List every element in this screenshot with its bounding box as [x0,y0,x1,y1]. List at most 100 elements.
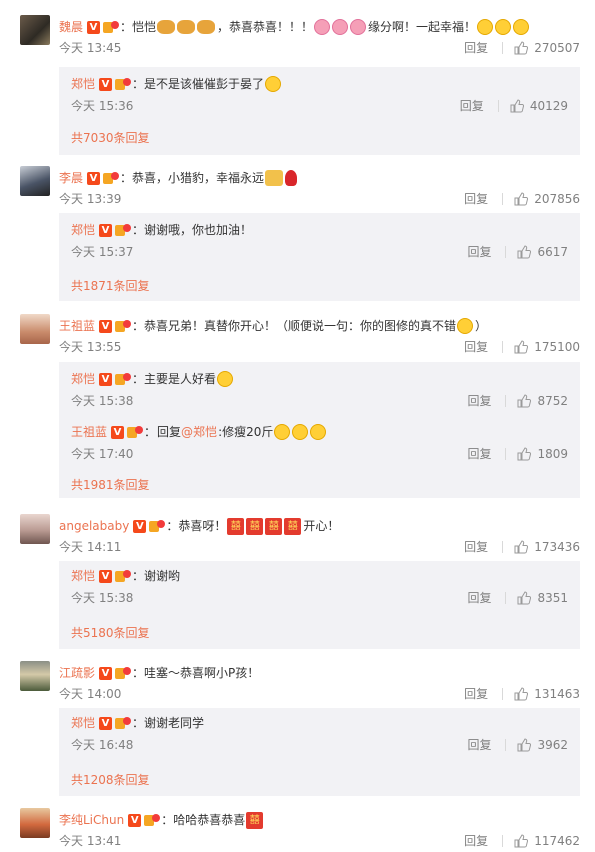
reply-button[interactable]: 回复 [460,97,484,115]
thumbs-up-icon[interactable] [517,245,531,259]
reply-text: ：谢谢哟 [132,569,181,583]
comment-text: ） [475,319,488,333]
reply-header: 郑恺 V ：谢谢老同学 [71,714,204,732]
username[interactable]: 郑恺 [71,75,95,93]
reply-meta: 今天 16:48 回复 3962 [71,736,568,754]
like-count: 131463 [534,687,580,701]
more-replies-link[interactable]: 共7030条回复 [71,129,150,146]
comment-text: ：恭喜呀！ [166,519,227,533]
smile-emoji-icon [495,19,512,35]
avatar[interactable] [20,514,50,544]
verified-v-icon: V [99,569,113,583]
reply-button[interactable]: 回复 [464,832,488,850]
reply-text: ：主要是人好看 [132,372,217,386]
avatar[interactable] [20,314,50,344]
timestamp: 今天 13:55 [59,340,122,354]
username[interactable]: 王祖蓝 [71,423,107,441]
rose-emoji-icon [285,170,298,186]
reply-button[interactable]: 回复 [467,445,491,463]
divider [505,592,507,604]
thumbs-up-icon[interactable] [514,687,528,701]
comment-actions: 回复 175100 [464,338,580,356]
more-replies-link[interactable]: 共5180条回复 [71,624,150,641]
reply-text: ：谢谢老同学 [132,716,205,730]
mention-link[interactable]: @郑恺 [181,423,217,441]
thumbs-up-icon[interactable] [510,99,524,113]
comment-text: ：恺恺 [120,20,157,34]
timestamp: 今天 15:38 [71,591,134,605]
thumbs-up-icon[interactable] [514,834,528,848]
reply-header: 王祖蓝 V ： 回复 @郑恺 :修瘦20斤 [71,423,327,441]
reply-actions: 回复 3962 [467,736,568,754]
avatar[interactable] [20,166,50,196]
like-count: 8752 [537,394,568,408]
username[interactable]: 李晨 [59,169,83,187]
comment-header: angelababy V ：恭喜呀！ 囍 囍 囍 囍 开心！ [59,517,339,535]
thumbs-up-icon[interactable] [514,540,528,554]
verified-v-icon: V [87,20,101,34]
reply-text: :修瘦20斤 [218,425,274,439]
thumbs-up-icon[interactable] [517,591,531,605]
reply-prefix: 回复 [157,425,182,439]
reply-button[interactable]: 回复 [464,190,488,208]
comment-item: 李晨 V ：恭喜，小猎豹，幸福永远 今天 13:39 回复 207856 郑恺 … [0,166,595,306]
thumbs-up-icon[interactable] [514,192,528,206]
comment-header: 魏晨 V ：恺恺 ，恭喜恭喜！！！ 缘分啊！一起幸福！ [59,18,530,36]
divider [505,448,507,460]
thumbs-up-icon[interactable] [514,340,528,354]
more-replies-link[interactable]: 共1981条回复 [71,476,150,493]
avatar[interactable] [20,661,50,691]
username[interactable]: 郑恺 [71,370,95,388]
comment-meta: 今天 13:39 回复 207856 [59,190,580,208]
verified-v-icon: V [99,223,113,237]
reply-button[interactable]: 回复 [467,589,491,607]
verified-v-icon: V [128,813,142,827]
member-badge-icon [103,20,120,34]
reply-button[interactable]: 回复 [464,338,488,356]
more-replies-link[interactable]: 共1208条回复 [71,771,150,788]
reply-item: 郑恺 V ：谢谢哟 今天 15:38 回复 8351 [71,567,568,611]
avatar[interactable] [20,15,50,45]
username[interactable]: 郑恺 [71,567,95,585]
like-count: 8351 [537,591,568,605]
grin-emoji-icon [457,318,474,334]
divider [502,193,504,205]
reply-button[interactable]: 回复 [467,243,491,261]
thumbs-up-icon[interactable] [517,447,531,461]
member-badge-icon [103,171,120,185]
reply-button[interactable]: 回复 [467,736,491,754]
like-count: 6617 [537,245,568,259]
reply-button[interactable]: 回复 [464,538,488,556]
thumbs-up-icon[interactable] [517,738,531,752]
username[interactable]: angelababy [59,517,129,535]
more-replies-link[interactable]: 共1871条回复 [71,277,150,294]
thumbs-up-icon[interactable] [517,394,531,408]
verified-v-icon: V [111,425,125,439]
verified-v-icon: V [99,716,113,730]
thumbs-up-icon[interactable] [514,41,528,55]
like-count: 175100 [534,340,580,354]
reply-item: 郑恺 V ：主要是人好看 今天 15:38 回复 8752 [71,370,568,414]
timestamp: 今天 15:38 [71,394,134,408]
username[interactable]: 魏晨 [59,18,83,36]
reply-button[interactable]: 回复 [464,39,488,57]
username[interactable]: 李纯LiChun [59,811,124,829]
timestamp: 今天 13:41 [59,834,122,848]
verified-v-icon: V [99,77,113,91]
divider [502,42,504,54]
reply-button[interactable]: 回复 [464,685,488,703]
username[interactable]: 郑恺 [71,714,95,732]
reply-button[interactable]: 回复 [467,392,491,410]
divider [505,246,507,258]
avatar[interactable] [20,808,50,838]
tongue-emoji-icon [265,76,282,92]
reply-meta: 今天 15:38 回复 8752 [71,392,568,410]
reply-meta: 今天 15:37 回复 6617 [71,243,568,261]
comment-actions: 回复 207856 [464,190,580,208]
like-count: 270507 [534,41,580,55]
username[interactable]: 王祖蓝 [59,317,95,335]
pig-emoji-icon [314,19,331,35]
like-count: 173436 [534,540,580,554]
username[interactable]: 郑恺 [71,221,95,239]
username[interactable]: 江疏影 [59,664,95,682]
